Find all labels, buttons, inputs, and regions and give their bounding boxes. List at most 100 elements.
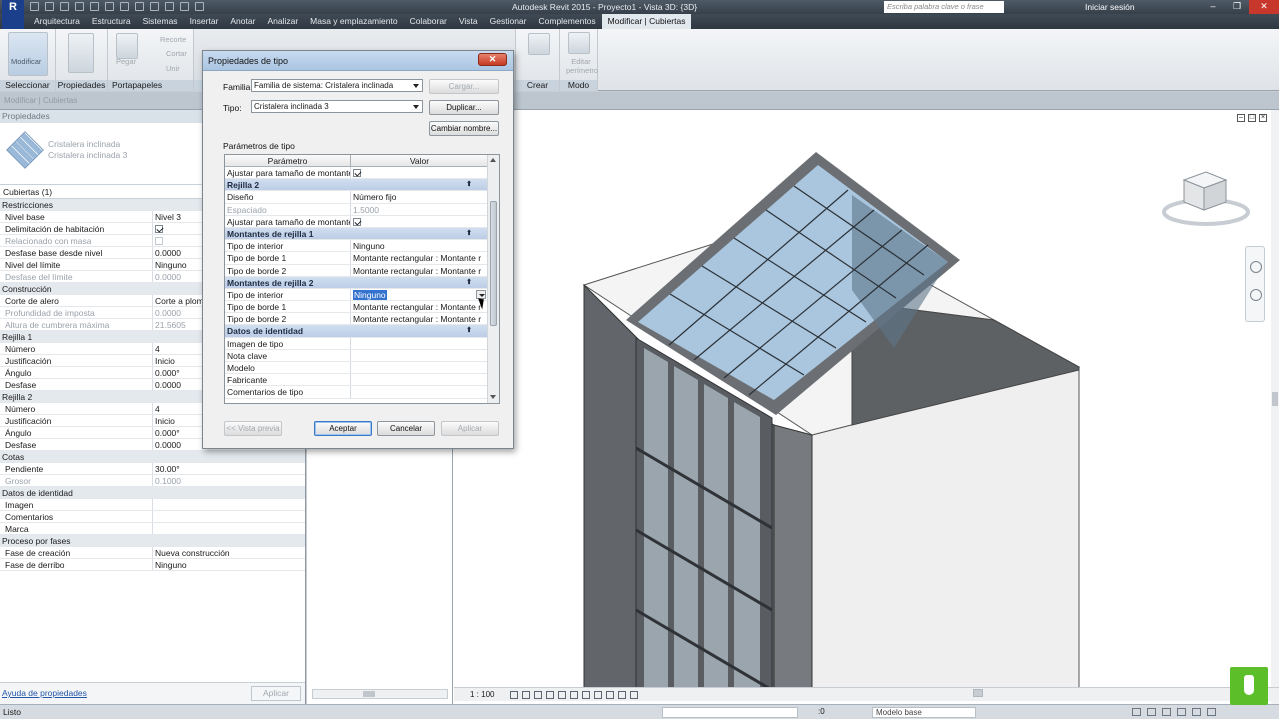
thin-lines-icon[interactable] xyxy=(180,2,189,11)
rename-button[interactable]: Cambiar nombre... xyxy=(429,121,499,136)
parameter-value[interactable]: Montante rectangular : Montante r xyxy=(351,301,488,312)
parameter-value[interactable] xyxy=(351,374,488,385)
property-row[interactable]: Fase de creación Nueva construcción xyxy=(0,547,305,559)
select-underlay-icon[interactable] xyxy=(1147,708,1156,716)
parameter-row[interactable]: Tipo de borde 1 Montante rectangular : Mo… xyxy=(225,252,499,265)
tab-vista[interactable]: Vista xyxy=(453,14,484,29)
property-value[interactable]: Ninguno xyxy=(153,559,305,570)
parameter-value[interactable] xyxy=(351,338,488,349)
measure-icon[interactable] xyxy=(120,2,129,11)
parameter-row[interactable]: Ajustar para tamaño de montante xyxy=(225,167,499,180)
view-scale[interactable]: 1 : 100 xyxy=(470,690,494,699)
tab-complementos[interactable]: Complementos xyxy=(533,14,602,29)
dialog-close-button[interactable]: ✕ xyxy=(478,53,507,66)
parameter-value[interactable]: 1.5000 xyxy=(351,204,488,215)
help-search-input[interactable]: Escriba palabra clave o frase xyxy=(884,1,1004,13)
modify-button[interactable] xyxy=(8,32,48,76)
design-option-select[interactable]: Modelo base xyxy=(872,707,976,718)
reveal-hidden-icon[interactable] xyxy=(618,691,626,699)
undo-icon[interactable] xyxy=(75,2,84,11)
workset-field[interactable] xyxy=(662,707,798,718)
cut-label[interactable]: Cortar xyxy=(166,49,187,58)
parameter-row[interactable]: Comentarios de tipo xyxy=(225,386,499,399)
collapse-icon[interactable]: ⬆ xyxy=(466,179,472,190)
ok-button[interactable]: Aceptar xyxy=(314,421,372,436)
3d-model[interactable] xyxy=(454,110,1279,690)
tab-arquitectura[interactable]: Arquitectura xyxy=(28,14,86,29)
view-vertical-scrollbar[interactable] xyxy=(1271,110,1279,704)
tab-anotar[interactable]: Anotar xyxy=(224,14,261,29)
application-menu-icon[interactable] xyxy=(2,14,24,29)
sun-path-icon[interactable] xyxy=(534,691,542,699)
grid-scrollbar[interactable] xyxy=(487,155,499,403)
create-similar-icon[interactable] xyxy=(528,33,550,55)
properties-help-link[interactable]: Ayuda de propiedades xyxy=(2,688,87,698)
redo-icon[interactable] xyxy=(90,2,99,11)
parameter-row[interactable]: Tipo de interior Ninguno xyxy=(225,240,499,253)
parameter-row[interactable]: Tipo de borde 2 Montante rectangular : Mo… xyxy=(225,264,499,277)
text-icon[interactable] xyxy=(135,2,144,11)
property-value[interactable] xyxy=(153,511,305,522)
checkbox-icon[interactable] xyxy=(155,225,163,233)
cope-label[interactable]: Recorte xyxy=(160,35,186,44)
view-restore-icon[interactable]: □ xyxy=(1248,114,1256,122)
parameter-value[interactable] xyxy=(351,350,488,361)
close-window-icon[interactable]: ✕ xyxy=(1249,0,1279,14)
view-close-icon[interactable]: × xyxy=(1259,114,1267,122)
parameter-row[interactable]: Tipo de borde 2 Montante rectangular : Mo… xyxy=(225,313,499,326)
parameter-value[interactable] xyxy=(351,386,488,397)
parameter-value[interactable]: Montante rectangular : Montante r xyxy=(351,252,488,263)
parameter-row[interactable]: Modelo xyxy=(225,362,499,375)
parameter-row[interactable]: Tipo de interior Ninguno xyxy=(225,288,499,302)
tab-sistemas[interactable]: Sistemas xyxy=(137,14,184,29)
parameter-value[interactable]: Ninguno xyxy=(351,289,488,300)
parameter-row[interactable]: Imagen de tipo xyxy=(225,337,499,350)
drag-elements-icon[interactable] xyxy=(1192,708,1201,716)
property-value[interactable]: 0.1000 xyxy=(153,475,305,486)
view-horizontal-scroll-thumb[interactable] xyxy=(973,689,983,697)
select-by-face-icon[interactable] xyxy=(1177,708,1186,716)
collapse-icon[interactable]: ⬆ xyxy=(466,277,472,288)
property-section-header[interactable]: Datos de identidad xyxy=(0,487,305,499)
visual-style-icon[interactable] xyxy=(522,691,530,699)
render-icon[interactable] xyxy=(558,691,566,699)
detail-level-icon[interactable] xyxy=(510,691,518,699)
property-value[interactable]: 30.00° xyxy=(153,463,305,474)
property-value[interactable] xyxy=(153,523,305,534)
parameter-value[interactable]: Número fijo xyxy=(351,191,488,202)
tab-colaborar[interactable]: Colaborar xyxy=(404,14,453,29)
join-label[interactable]: Unir xyxy=(166,64,180,73)
load-button[interactable]: Cargar... xyxy=(429,79,499,94)
tab-modificar-cubiertas[interactable]: Modificar | Cubiertas xyxy=(601,14,692,29)
steering-wheel-icon[interactable] xyxy=(1250,261,1262,273)
property-section-header[interactable]: Proceso por fases xyxy=(0,535,305,547)
viewcube-icon[interactable] xyxy=(1160,168,1252,228)
close-views-icon[interactable] xyxy=(195,2,204,11)
parameter-row[interactable]: Espaciado 1.5000 xyxy=(225,203,499,216)
parameter-value[interactable] xyxy=(351,216,488,227)
property-row[interactable]: Pendiente 30.00° xyxy=(0,463,305,475)
select-links-icon[interactable] xyxy=(1132,708,1141,716)
unlocked-3d-icon[interactable] xyxy=(594,691,602,699)
view-minimize-icon[interactable]: – xyxy=(1237,114,1245,122)
parameter-value[interactable]: Montante rectangular : Montante r xyxy=(351,313,488,324)
open-icon[interactable] xyxy=(30,2,39,11)
tab-gestionar[interactable]: Gestionar xyxy=(484,14,533,29)
parameter-value[interactable] xyxy=(351,362,488,373)
revit-logo-icon[interactable]: R xyxy=(2,0,24,14)
collapse-icon[interactable]: ⬆ xyxy=(466,325,472,336)
sign-in-link[interactable]: Iniciar sesión xyxy=(1085,2,1135,12)
property-section-header[interactable]: Cotas xyxy=(0,451,305,463)
type-properties-button[interactable] xyxy=(68,33,94,73)
print-icon[interactable] xyxy=(105,2,114,11)
parameter-section-header[interactable]: Montantes de rejilla 1 ⬆ xyxy=(225,227,499,241)
checkbox-icon[interactable] xyxy=(353,169,361,177)
scroll-down-icon[interactable] xyxy=(490,394,497,401)
section-icon[interactable] xyxy=(165,2,174,11)
property-row[interactable]: Grosor 0.1000 xyxy=(0,475,305,487)
parameter-value[interactable] xyxy=(351,167,488,178)
3d-view-icon[interactable] xyxy=(150,2,159,11)
scroll-up-icon[interactable] xyxy=(490,157,497,164)
duplicate-button[interactable]: Duplicar... xyxy=(429,100,499,115)
parameter-value[interactable]: Montante rectangular : Montante r xyxy=(351,265,488,276)
